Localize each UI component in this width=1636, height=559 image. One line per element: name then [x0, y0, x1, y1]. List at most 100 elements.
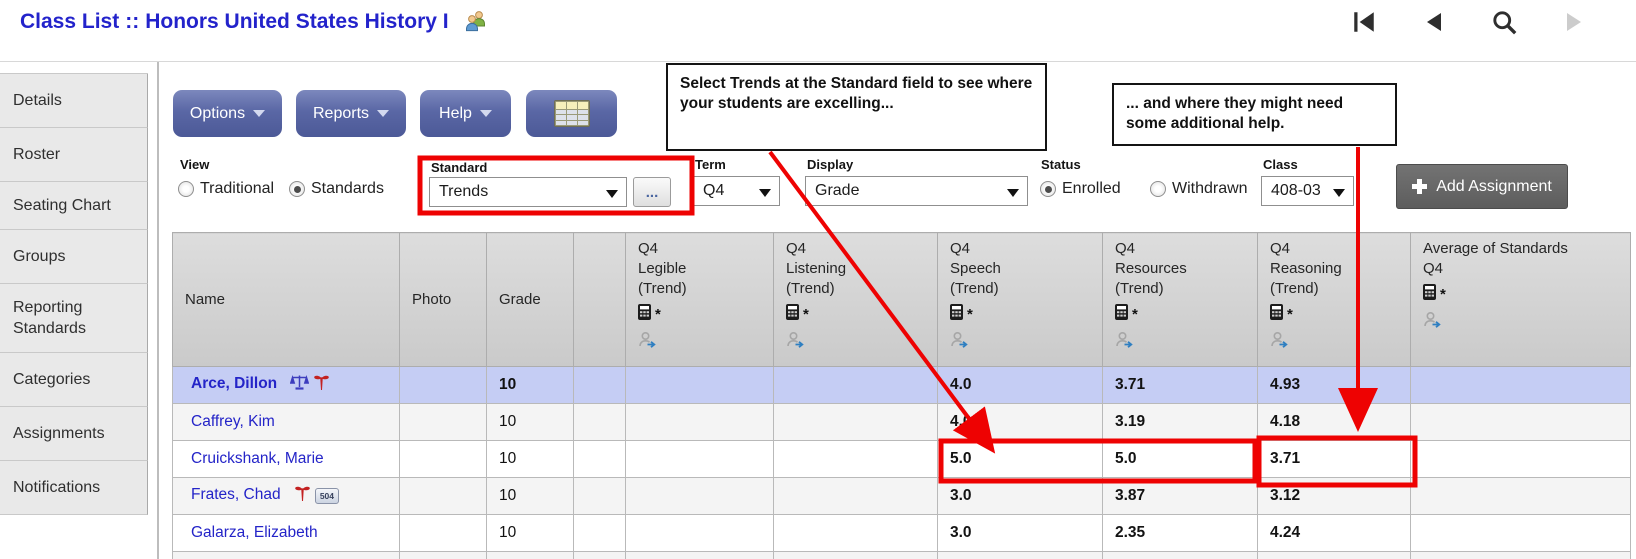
radio-unchecked-icon [178, 181, 194, 197]
score-cell-resources[interactable]: 3.87 [1103, 478, 1258, 515]
previous-record-icon[interactable] [1420, 8, 1448, 36]
grade-cell: 10 [487, 441, 574, 478]
view-label: View [180, 157, 209, 172]
sidebar-item-groups[interactable]: Groups [0, 230, 148, 284]
add-assignment-button[interactable]: Add Assignment [1396, 164, 1568, 209]
calculator-icon [1115, 304, 1128, 324]
score-cell-listening[interactable] [774, 404, 938, 441]
score-cell-resources[interactable]: 3.71 [1103, 367, 1258, 404]
score-cell-average[interactable] [1411, 515, 1631, 552]
score-cell-legible[interactable] [626, 515, 774, 552]
grade-cell: 10 [487, 515, 574, 552]
status-radio-withdrawn[interactable]: Withdrawn [1150, 180, 1248, 198]
standard-more-button[interactable]: ... [633, 177, 671, 207]
score-cell-resources[interactable]: 2.35 [1103, 515, 1258, 552]
legal-alert-icon[interactable] [290, 374, 309, 396]
table-row: Cruickshank, Marie 10 5.0 5.0 3.71 [173, 441, 1631, 478]
col-header-q4-legible[interactable]: Q4 Legible (Trend) * [626, 233, 774, 367]
score-cell-average[interactable] [1411, 441, 1631, 478]
class-select[interactable]: 408-03 [1261, 176, 1354, 206]
sidebar-item-details[interactable]: Details [0, 74, 148, 128]
col-header-photo[interactable]: Photo [400, 233, 487, 367]
sidebar-item-notifications[interactable]: Notifications [0, 461, 148, 515]
score-cell-resources[interactable]: 5.0 [1103, 441, 1258, 478]
standards-detail-icon[interactable] [1423, 311, 1624, 333]
class-list-page: Class List::Honors United States History… [0, 0, 1636, 559]
score-cell-reasoning[interactable]: 3.71 [1258, 441, 1411, 478]
status-radio-enrolled[interactable]: Enrolled [1040, 180, 1121, 198]
score-cell-legible[interactable] [626, 367, 774, 404]
student-link[interactable]: Arce, Dillon [191, 375, 277, 392]
score-cell-listening[interactable] [774, 441, 938, 478]
score-cell-speech[interactable]: 4.0 [938, 367, 1103, 404]
search-icon[interactable] [1490, 8, 1518, 36]
medical-alert-icon[interactable] [294, 485, 311, 507]
standards-detail-icon[interactable] [1115, 331, 1251, 353]
score-cell-listening[interactable] [774, 515, 938, 552]
scoresheet-grid-button[interactable] [526, 90, 617, 137]
score-cell-legible[interactable] [626, 441, 774, 478]
col-header-q4-listening[interactable]: Q4 Listening (Trend) * [774, 233, 938, 367]
score-cell-resources[interactable]: 3.19 [1103, 404, 1258, 441]
col-header-grade[interactable]: Grade [487, 233, 574, 367]
score-cell-listening[interactable] [774, 367, 938, 404]
standard-label: Standard [431, 160, 487, 175]
student-link[interactable]: Cruickshank, Marie [191, 450, 324, 467]
page-title-course: Honors United States History I [145, 10, 448, 33]
radio-checked-icon [1040, 181, 1056, 197]
col-header-name[interactable]: Name [173, 233, 400, 367]
score-cell-average[interactable] [1411, 404, 1631, 441]
score-cell-legible[interactable] [626, 404, 774, 441]
sidebar-item-categories[interactable]: Categories [0, 353, 148, 407]
sidebar-item-reporting-standards[interactable]: Reporting Standards [0, 284, 148, 353]
student-link[interactable]: Galarza, Elizabeth [191, 524, 318, 541]
score-cell-speech[interactable]: 4.0 [938, 404, 1103, 441]
col-header-q4-reasoning[interactable]: Q4 Reasoning (Trend) * [1258, 233, 1411, 367]
col-header-q4-resources[interactable]: Q4 Resources (Trend) * [1103, 233, 1258, 367]
chevron-down-icon [377, 110, 389, 117]
score-cell-reasoning[interactable]: 4.18 [1258, 404, 1411, 441]
sidebar-item-assignments[interactable]: Assignments [0, 407, 148, 461]
page-title: Class List::Honors United States History… [20, 10, 488, 38]
plan-504-icon[interactable]: 504 [315, 488, 339, 504]
term-select[interactable]: Q4 [693, 176, 780, 206]
standards-detail-icon[interactable] [1270, 331, 1404, 353]
score-cell-legible[interactable] [626, 478, 774, 515]
sidebar-item-seating-chart[interactable]: Seating Chart [0, 182, 148, 230]
score-cell-reasoning[interactable]: 4.24 [1258, 515, 1411, 552]
help-button[interactable]: Help [420, 90, 511, 137]
plus-icon [1412, 179, 1427, 194]
calculator-icon [950, 304, 963, 324]
medical-alert-icon[interactable] [313, 374, 330, 396]
score-cell-speech[interactable]: 3.0 [938, 478, 1103, 515]
score-cell-speech[interactable]: 5.0 [938, 441, 1103, 478]
photo-cell [400, 404, 487, 441]
standards-detail-icon[interactable] [950, 331, 1096, 353]
score-cell-speech[interactable]: 3.0 [938, 515, 1103, 552]
score-cell-average[interactable] [1411, 478, 1631, 515]
next-record-icon[interactable] [1560, 8, 1588, 36]
student-link[interactable]: Frates, Chad [191, 486, 281, 503]
spacer-cell [574, 515, 626, 552]
score-cell-reasoning[interactable]: 4.93 [1258, 367, 1411, 404]
score-cell-average[interactable] [1411, 367, 1631, 404]
display-select[interactable]: Grade [805, 176, 1028, 206]
reports-button[interactable]: Reports [296, 90, 406, 137]
student-link[interactable]: Caffrey, Kim [191, 413, 275, 430]
first-record-icon[interactable] [1350, 8, 1378, 36]
standards-detail-icon[interactable] [638, 331, 767, 353]
sidebar-item-roster[interactable]: Roster [0, 128, 148, 182]
radio-unchecked-icon [1150, 181, 1166, 197]
breadcrumb-separator: :: [119, 10, 145, 33]
view-radio-traditional[interactable]: Traditional [178, 180, 274, 198]
page-title-section: Class List [20, 10, 119, 33]
options-button[interactable]: Options [173, 90, 282, 137]
view-radio-standards[interactable]: Standards [289, 180, 384, 198]
score-cell-listening[interactable] [774, 478, 938, 515]
class-roster-people-icon [464, 10, 488, 38]
standards-detail-icon[interactable] [786, 331, 931, 353]
col-header-q4-speech[interactable]: Q4 Speech (Trend) * [938, 233, 1103, 367]
col-header-average-of-standards[interactable]: Average of Standards Q4 * [1411, 233, 1631, 367]
standard-select[interactable]: Trends [429, 177, 627, 207]
score-cell-reasoning[interactable]: 3.12 [1258, 478, 1411, 515]
